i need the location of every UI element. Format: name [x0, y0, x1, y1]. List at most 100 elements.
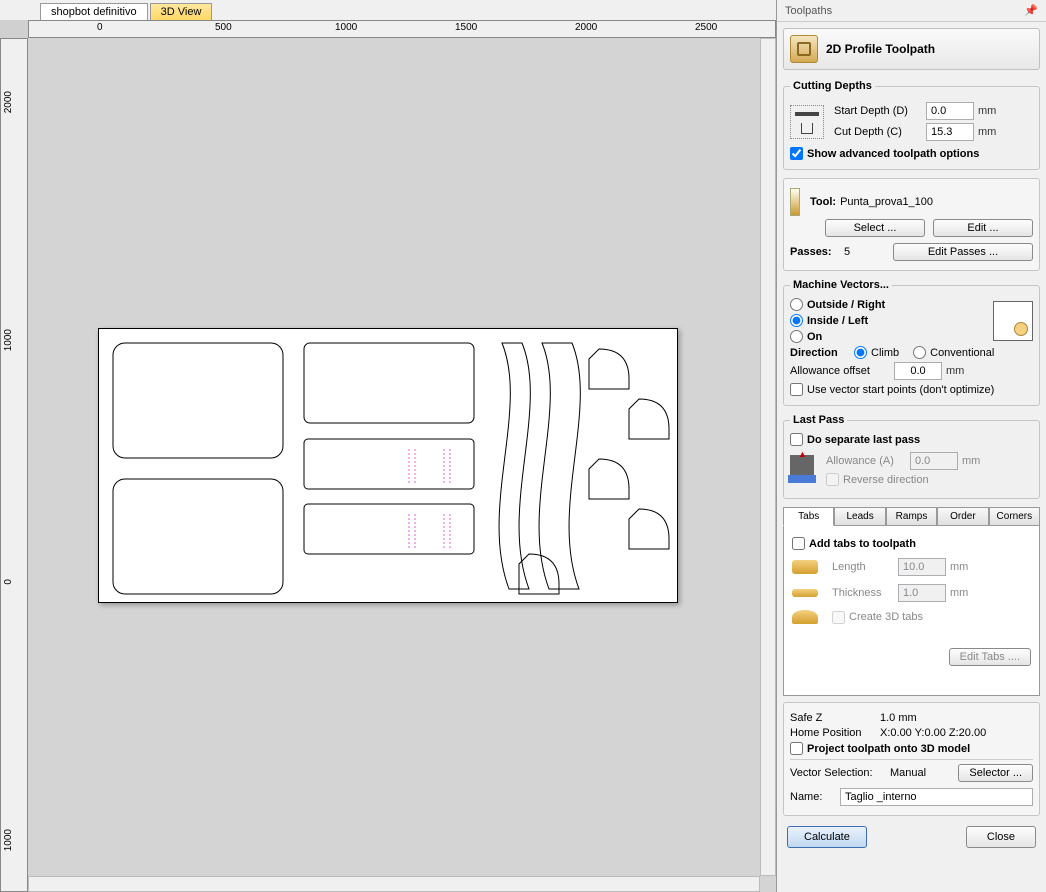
view-tabs: shopbot definitivo 3D View — [0, 0, 776, 20]
tool-icon — [790, 188, 800, 216]
lp-allowance-label: Allowance (A) — [826, 455, 906, 467]
tab-length-input — [898, 558, 946, 576]
project-3d-label: Project toolpath onto 3D model — [807, 743, 970, 755]
use-vector-start-checkbox[interactable] — [790, 383, 803, 396]
safez-label: Safe Z — [790, 712, 876, 724]
allowance-offset-label: Allowance offset — [790, 365, 890, 377]
subtab-ramps[interactable]: Ramps — [886, 507, 937, 526]
ruler-tick-label: 1000 — [335, 22, 357, 33]
tab-thickness-icon — [792, 589, 818, 597]
vector-selection-label: Vector Selection: — [790, 767, 886, 779]
toolpath-title-row: 2D Profile Toolpath — [783, 28, 1040, 70]
passes-value: 5 — [844, 246, 874, 258]
toolpath-name-input[interactable] — [840, 788, 1033, 806]
allowance-offset-input[interactable] — [894, 362, 942, 380]
machine-vectors-section: Machine Vectors... Outside / Right Insid… — [783, 279, 1040, 406]
ruler-tick-label: 500 — [215, 22, 232, 33]
depth-icon — [790, 105, 824, 139]
lp-allowance-input — [910, 452, 958, 470]
inside-label: Inside / Left — [807, 315, 868, 327]
ruler-tick-label: 2000 — [3, 91, 14, 113]
tab-thickness-input — [898, 584, 946, 602]
tab-design[interactable]: shopbot definitivo — [40, 3, 148, 20]
toolpaths-panel: Toolpaths 📌 2D Profile Toolpath Cutting … — [776, 0, 1046, 892]
ruler-tick-label: 0 — [3, 579, 14, 585]
subtab-order[interactable]: Order — [937, 507, 988, 526]
reverse-direction-checkbox — [826, 473, 839, 486]
last-pass-section: Last Pass Do separate last pass ▲ Allowa… — [783, 414, 1040, 499]
start-depth-label: Start Depth (D) — [834, 105, 922, 117]
climb-label: Climb — [871, 347, 899, 359]
cut-depth-label: Cut Depth (C) — [834, 126, 922, 138]
close-button[interactable]: Close — [966, 826, 1036, 848]
on-radio[interactable] — [790, 330, 803, 343]
pin-icon[interactable]: 📌 — [1024, 4, 1038, 17]
subtab-bar: Tabs Leads Ramps Order Corners — [783, 507, 1040, 526]
tool-label: Tool: — [810, 196, 836, 208]
add-tabs-checkbox[interactable] — [792, 537, 805, 550]
ruler-horizontal: 0 500 1000 1500 2000 2500 — [28, 20, 776, 38]
ruler-tick-label: 1000 — [3, 829, 14, 851]
create-3d-tabs-label: Create 3D tabs — [849, 611, 923, 623]
calculate-button[interactable]: Calculate — [787, 826, 867, 848]
cut-depth-unit: mm — [978, 126, 996, 138]
separate-last-pass-label: Do separate last pass — [807, 434, 920, 446]
scrollbar-horizontal[interactable] — [28, 876, 760, 892]
panel-header: Toolpaths — [785, 5, 832, 17]
scrollbar-vertical[interactable] — [760, 38, 776, 876]
tab-3d-view[interactable]: 3D View — [150, 3, 213, 20]
edit-tool-button[interactable]: Edit ... — [933, 219, 1033, 237]
last-pass-icon: ▲ — [790, 455, 814, 483]
outside-radio[interactable] — [790, 298, 803, 311]
safez-value: 1.0 mm — [880, 712, 917, 724]
subtab-corners[interactable]: Corners — [989, 507, 1040, 526]
machine-vectors-title: Machine Vectors... — [790, 279, 892, 291]
inside-radio[interactable] — [790, 314, 803, 327]
allowance-offset-unit: mm — [946, 365, 964, 377]
tool-name: Punta_prova1_100 — [840, 196, 933, 208]
material-sheet — [98, 328, 678, 603]
vector-selection-value: Manual — [890, 767, 926, 779]
ruler-vertical: 2000 1000 0 1000 — [0, 38, 28, 892]
design-viewport: shopbot definitivo 3D View 0 500 1000 15… — [0, 0, 776, 892]
canvas[interactable] — [28, 38, 776, 892]
tab-length-icon — [792, 560, 818, 574]
edit-passes-button[interactable]: Edit Passes ... — [893, 243, 1033, 261]
climb-radio[interactable] — [854, 346, 867, 359]
selector-button[interactable]: Selector ... — [958, 764, 1033, 782]
start-depth-unit: mm — [978, 105, 996, 117]
tab-length-label: Length — [832, 561, 894, 573]
conventional-label: Conventional — [930, 347, 994, 359]
start-depth-input[interactable] — [926, 102, 974, 120]
misc-section: Safe Z 1.0 mm Home Position X:0.00 Y:0.0… — [783, 702, 1040, 816]
home-position-value: X:0.00 Y:0.00 Z:20.00 — [880, 727, 986, 739]
tool-section: Tool: Punta_prova1_100 Select ... Edit .… — [783, 178, 1040, 271]
subtab-body: Add tabs to toolpath Length mm Thickness… — [783, 526, 1040, 696]
profile-toolpath-icon — [790, 35, 818, 63]
ruler-tick-label: 1500 — [455, 22, 477, 33]
subtab-leads[interactable]: Leads — [834, 507, 885, 526]
use-vector-start-label: Use vector start points (don't optimize) — [807, 384, 994, 396]
tab-3d-icon — [792, 610, 818, 624]
ruler-tick-label: 0 — [97, 22, 103, 33]
conventional-radio[interactable] — [913, 346, 926, 359]
cutting-depths-section: Cutting Depths Start Depth (D) mm Cut De… — [783, 80, 1040, 170]
cutting-depths-title: Cutting Depths — [790, 80, 875, 92]
tab-length-unit: mm — [950, 561, 968, 573]
outside-label: Outside / Right — [807, 299, 885, 311]
tab-thickness-label: Thickness — [832, 587, 894, 599]
ruler-tick-label: 2500 — [695, 22, 717, 33]
add-tabs-label: Add tabs to toolpath — [809, 538, 916, 550]
project-3d-checkbox[interactable] — [790, 742, 803, 755]
subtab-tabs[interactable]: Tabs — [783, 507, 834, 526]
on-label: On — [807, 331, 822, 343]
cut-depth-input[interactable] — [926, 123, 974, 141]
tab-thickness-unit: mm — [950, 587, 968, 599]
select-tool-button[interactable]: Select ... — [825, 219, 925, 237]
ruler-tick-label: 2000 — [575, 22, 597, 33]
last-pass-title: Last Pass — [790, 414, 847, 426]
separate-last-pass-checkbox[interactable] — [790, 433, 803, 446]
show-advanced-checkbox[interactable] — [790, 147, 803, 160]
home-position-label: Home Position — [790, 727, 876, 739]
name-label: Name: — [790, 791, 836, 803]
